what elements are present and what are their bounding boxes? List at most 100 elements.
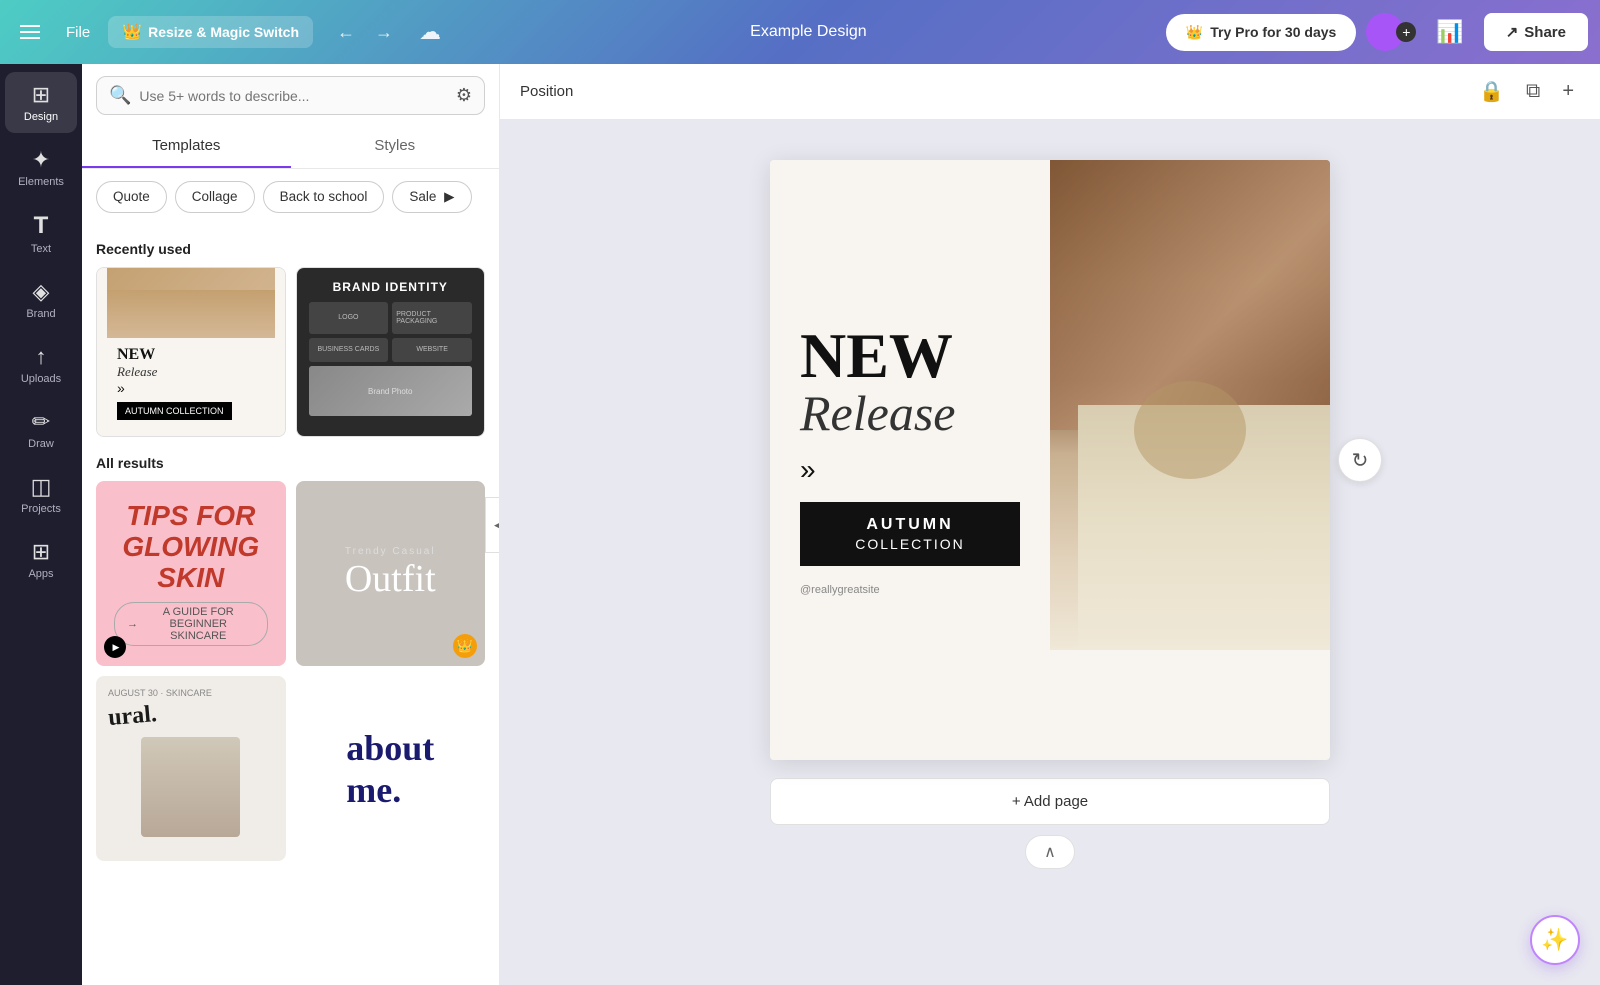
sidebar-item-text[interactable]: T Text [5,202,77,265]
projects-icon: ◫ [31,474,52,500]
play-icon [104,636,126,658]
tmpl2-photo: Brand Photo [309,366,473,416]
recently-used-grid: NEW Release » AUTUMN COLLECTION BRAND ID… [96,267,485,437]
chip-sale[interactable]: Sale ▶ [392,181,471,213]
chip-quote[interactable]: Quote [96,181,167,213]
tmpl2-cell-packaging: PRODUCT PACKAGING [392,302,472,334]
premium-badge: 👑 [453,634,477,658]
crown-icon: 👑 [122,22,142,42]
all-results-grid: TIPS FOR GLOWING SKIN → A GUIDE FOR BEGI… [96,481,485,861]
canvas-scroll[interactable]: NEW Release » AUTUMN COLLECTION @reallyg… [500,120,1600,985]
tab-styles[interactable]: Styles [291,125,500,168]
sidebar-item-brand[interactable]: ◈ Brand [5,269,77,330]
tmpl1-badge: AUTUMN COLLECTION [117,402,232,420]
file-menu-button[interactable]: File [56,18,100,47]
topbar-right-actions: 👑 Try Pro for 30 days + 📊 ↗ Share [1166,13,1588,51]
canvas-area: Position 🔒 ⧉ + NEW Release » AUTUM [500,64,1600,985]
duplicate-icon-button[interactable]: ⧉ [1520,74,1546,109]
redo-button[interactable]: → [367,16,401,49]
pink-card-title: TIPS FOR GLOWING SKIN [114,501,268,593]
panel-content: Recently used NEW Release » AUTUMN COLLE… [82,225,499,985]
text-icon: T [34,212,49,240]
menu-button[interactable] [12,17,48,47]
elements-icon: ✦ [32,147,50,173]
design-handle: @reallygreatsite [800,584,1020,596]
template-thumb-new-release[interactable]: NEW Release » AUTUMN COLLECTION [96,267,286,437]
design-icon: ⊞ [32,82,50,108]
position-label: Position [520,83,573,100]
cloud-save-button[interactable]: ☁ [409,13,451,51]
chip-more-icon: ▶ [444,189,454,204]
sidebar-item-design[interactable]: ⊞ Design [5,72,77,133]
sidebar-item-apps[interactable]: ⊞ Apps [5,529,77,590]
undo-redo-group: ← → [329,16,401,49]
try-pro-button[interactable]: 👑 Try Pro for 30 days [1166,14,1357,51]
add-collaborator-button[interactable]: + [1396,22,1416,42]
all-results-title: All results [96,455,485,471]
design-arrows: » [800,454,1020,486]
document-title[interactable]: Example Design [459,23,1158,41]
tmpl2-title: BRAND IDENTITY [309,280,473,294]
sidebar-item-projects[interactable]: ◫ Projects [5,464,77,525]
tmpl2-cell-website: WEBSITE [392,338,472,363]
sidebar-item-draw[interactable]: ✏ Draw [5,399,77,460]
topbar: File 👑 Resize & Magic Switch ← → ☁ Examp… [0,0,1600,64]
collapse-button[interactable]: ∧ [1025,835,1075,869]
refresh-button[interactable]: ↻ [1338,438,1382,482]
position-toolbar: Position 🔒 ⧉ + [500,64,1600,120]
filter-icon[interactable]: ⚙ [456,85,472,106]
gray-card-brand: Trendy Casual [345,546,436,557]
share-button[interactable]: ↗ Share [1484,13,1588,51]
pink-card-subtitle: → A GUIDE FOR BEGINNER SKINCARE [114,602,268,646]
sidebar: ⊞ Design ✦ Elements T Text ◈ Brand ↑ Upl… [0,64,82,985]
content-card-4-text: aboutme. [346,727,434,811]
undo-button[interactable]: ← [329,16,363,49]
result-thumb-outfit[interactable]: Trendy Casual Outfit 👑 [296,481,486,666]
tmpl2-cell-cards: BUSINESS CARDS [309,338,389,363]
content-card-3: AUGUST 30 · SKINCARE ural. [96,676,286,861]
design-badge: AUTUMN COLLECTION [800,502,1020,566]
content-card-4: aboutme. [296,676,486,861]
pink-card: TIPS FOR GLOWING SKIN → A GUIDE FOR BEGI… [96,481,286,666]
content-card-3-image [108,725,274,849]
magic-bottom-button[interactable]: ✨ [1530,915,1580,965]
result-thumb-aboutme[interactable]: aboutme. [296,676,486,861]
tab-templates[interactable]: Templates [82,125,291,168]
search-bar: 🔍 ⚙ [96,76,485,115]
add-icon-button[interactable]: + [1556,74,1580,109]
uploads-icon: ↑ [36,344,47,370]
sidebar-item-elements[interactable]: ✦ Elements [5,137,77,198]
design-right [1050,160,1330,760]
chip-collage[interactable]: Collage [175,181,255,213]
apps-icon: ⊞ [32,539,50,565]
tmpl2-cell-logo: LOGO [309,302,389,334]
search-input[interactable] [139,88,447,104]
hide-panel-button[interactable]: ◀ [485,497,500,553]
result-thumb-tips[interactable]: TIPS FOR GLOWING SKIN → A GUIDE FOR BEGI… [96,481,286,666]
panel-tabs: Templates Styles [82,125,499,169]
lock-icon-button[interactable]: 🔒 [1473,73,1510,110]
sidebar-item-uploads[interactable]: ↑ Uploads [5,334,77,395]
recently-used-title: Recently used [96,241,485,257]
analytics-icon[interactable]: 📊 [1426,13,1473,51]
design-card[interactable]: NEW Release » AUTUMN COLLECTION @reallyg… [770,160,1330,760]
brand-icon: ◈ [33,279,50,305]
draw-icon: ✏ [32,409,50,435]
tmpl1-new-text: NEW [117,346,265,364]
gray-card-title: Outfit [345,557,436,601]
share-icon: ↗ [1506,23,1519,41]
result-thumb-skincare[interactable]: AUGUST 30 · SKINCARE ural. [96,676,286,861]
design-left: NEW Release » AUTUMN COLLECTION @reallyg… [770,160,1050,760]
toolbar-icons-right: 🔒 ⧉ + [1473,73,1580,110]
person-image [1050,160,1330,650]
tmpl1-arrows: » [117,380,265,396]
collapse-bar: ∧ [770,835,1330,869]
magic-switch-button[interactable]: 👑 Resize & Magic Switch [108,16,313,48]
design-title-new: NEW [800,324,1020,388]
tmpl2-grid: LOGO PRODUCT PACKAGING BUSINESS CARDS WE… [309,302,473,426]
add-page-button[interactable]: + Add page [770,778,1330,825]
template-thumb-brand-identity[interactable]: BRAND IDENTITY LOGO PRODUCT PACKAGING BU… [296,267,486,437]
chip-back-to-school[interactable]: Back to school [263,181,385,213]
search-icon: 🔍 [109,85,131,106]
design-title-release: Release [800,388,1020,438]
